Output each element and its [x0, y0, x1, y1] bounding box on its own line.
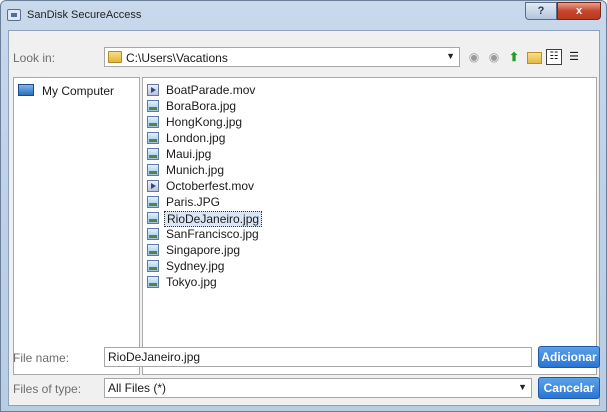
- file-name: HongKong.jpg: [166, 115, 243, 129]
- image-file-icon: [147, 116, 159, 128]
- image-file-icon: [147, 212, 159, 224]
- dialog-body: Look in: C:\Users\Vacations ▼ ◉ ◉ ⬆ ☷ ☰ …: [8, 30, 600, 406]
- look-in-dropdown[interactable]: C:\Users\Vacations ▼: [104, 47, 460, 67]
- help-button[interactable]: ?: [525, 2, 557, 20]
- file-name-label: File name:: [13, 351, 70, 365]
- file-name: Octoberfest.mov: [166, 179, 255, 193]
- back-arrow-icon[interactable]: ◉: [466, 49, 482, 65]
- chevron-down-icon: ▼: [518, 382, 527, 392]
- new-folder-icon[interactable]: [526, 49, 542, 65]
- computer-icon: [18, 84, 34, 96]
- file-name-input[interactable]: RioDeJaneiro.jpg: [104, 347, 532, 367]
- file-type-dropdown[interactable]: All Files (*) ▼: [104, 378, 532, 398]
- file-name: Paris.JPG: [166, 195, 221, 209]
- forward-arrow-icon[interactable]: ◉: [486, 49, 502, 65]
- file-name: BoraBora.jpg: [166, 99, 237, 113]
- image-file-icon: [147, 228, 159, 240]
- file-name: Maui.jpg: [166, 147, 212, 161]
- title-bar[interactable]: SanDisk SecureAccess ? x: [1, 1, 606, 29]
- image-file-icon: [147, 196, 159, 208]
- file-type-label: Files of type:: [13, 382, 82, 396]
- movie-file-icon: [147, 84, 159, 96]
- image-file-icon: [147, 276, 159, 288]
- image-file-icon: [147, 132, 159, 144]
- app-icon: [7, 9, 21, 21]
- file-type-value: All Files (*): [108, 381, 167, 395]
- add-button[interactable]: Adicionar: [538, 346, 600, 368]
- image-file-icon: [147, 148, 159, 160]
- look-in-path: C:\Users\Vacations: [126, 51, 228, 65]
- movie-file-icon: [147, 180, 159, 192]
- file-name: BoatParade.mov: [166, 83, 256, 97]
- close-button[interactable]: x: [557, 2, 601, 20]
- places-panel: My Computer: [13, 77, 140, 375]
- image-file-icon: [147, 260, 159, 272]
- file-name: RioDeJaneiro.jpg: [164, 211, 263, 227]
- file-list: BoatParade.mov BoraBora.jpg HongKong.jpg…: [142, 77, 597, 375]
- file-name: Tokyo.jpg: [166, 275, 217, 289]
- file-name: London.jpg: [166, 131, 226, 145]
- window-title: SanDisk SecureAccess: [27, 9, 142, 21]
- details-view-icon[interactable]: ☰: [566, 49, 582, 65]
- file-name: Singapore.jpg: [166, 243, 241, 257]
- file-name: Munich.jpg: [166, 163, 225, 177]
- file-name: SanFrancisco.jpg: [166, 227, 259, 241]
- chevron-down-icon: ▼: [446, 51, 455, 61]
- file-name: Sydney.jpg: [166, 259, 225, 273]
- list-view-icon[interactable]: ☷: [546, 49, 562, 65]
- cancel-button[interactable]: Cancelar: [538, 377, 600, 399]
- up-folder-icon[interactable]: ⬆: [506, 49, 522, 65]
- image-file-icon: [147, 244, 159, 256]
- image-file-icon: [147, 164, 159, 176]
- image-file-icon: [147, 100, 159, 112]
- folder-icon: [108, 51, 122, 63]
- place-label: My Computer: [42, 84, 115, 98]
- file-dialog-window: SanDisk SecureAccess ? x Look in: C:\Use…: [0, 0, 607, 412]
- look-in-label: Look in:: [13, 51, 56, 65]
